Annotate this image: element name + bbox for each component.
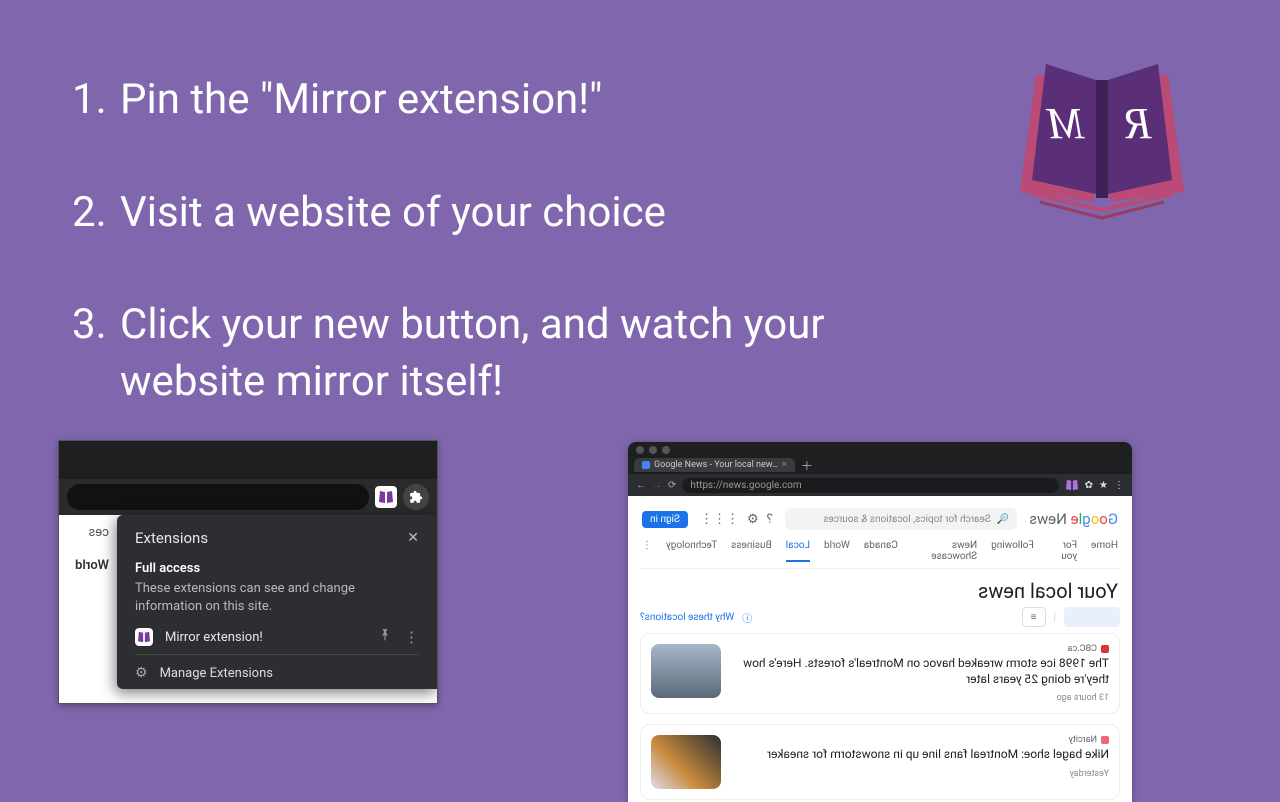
- gear-icon: ⚙: [135, 665, 148, 681]
- instruction-text: Visit a website of your choice: [120, 185, 972, 242]
- browser-toolbar: [59, 479, 437, 515]
- news-card[interactable]: CBC.ca The 1998 ice storm wreaked havoc …: [640, 633, 1120, 714]
- instructions-list: 1. Pin the "Mirror extension!" 2. Visit …: [72, 72, 972, 467]
- section-subrow: | ≡ ⓘ Why these locations?: [640, 607, 1120, 627]
- bookmark-star-icon[interactable]: ★: [1099, 480, 1108, 491]
- news-time: 13 hours ago: [731, 693, 1109, 703]
- location-chip[interactable]: [1064, 607, 1120, 627]
- extension-name: Mirror extension!: [165, 630, 263, 645]
- news-source: CBC.ca: [1068, 644, 1097, 654]
- mirrored-page-text: ces World: [59, 515, 119, 583]
- help-icon[interactable]: ?: [767, 512, 773, 527]
- search-icon: 🔍: [997, 514, 1009, 525]
- omnibox[interactable]: [67, 484, 369, 510]
- instruction-2: 2. Visit a website of your choice: [72, 185, 972, 242]
- pin-icon[interactable]: [378, 628, 392, 646]
- news-thumbnail: [651, 735, 721, 789]
- news-header: Google News 🔍 Search for topics, locatio…: [640, 504, 1120, 534]
- tab-home[interactable]: Home: [1091, 540, 1118, 562]
- logo-left-letter: M: [1045, 99, 1085, 148]
- tab-local[interactable]: Local: [786, 540, 810, 562]
- traffic-light-max[interactable]: [662, 446, 670, 454]
- mirror-extension-toolbar-icon[interactable]: [375, 486, 397, 508]
- extensions-puzzle-icon[interactable]: [403, 484, 429, 510]
- filter-icon[interactable]: ≡: [1022, 607, 1046, 627]
- new-tab-icon[interactable]: ＋: [801, 457, 813, 474]
- news-source: Narcity: [1069, 735, 1097, 745]
- sign-in-button[interactable]: Sign in: [642, 511, 688, 528]
- traffic-light-min[interactable]: [649, 446, 657, 454]
- mirrored-news-screenshot: Google News - Your local new… × ＋ ← → ⟳ …: [628, 442, 1132, 802]
- settings-icon[interactable]: ⚙: [747, 512, 759, 527]
- extensions-puzzle-icon[interactable]: ✿: [1085, 480, 1093, 491]
- mirror-extension-toolbar-icon[interactable]: [1065, 479, 1079, 491]
- instruction-number: 2.: [72, 185, 120, 242]
- traffic-light-close[interactable]: [636, 446, 644, 454]
- nav-reload-icon[interactable]: ⟳: [668, 480, 676, 491]
- why-locations-link[interactable]: Why these locations?: [640, 612, 734, 623]
- logo-right-letter: R: [1124, 99, 1152, 148]
- news-tabs: Home For you Following News Showcase Can…: [640, 534, 1120, 569]
- popup-access-description: These extensions can see and change info…: [135, 580, 419, 616]
- tab-title: Google News - Your local new…: [654, 460, 778, 470]
- header-icons: ? ⚙ ⋮⋮⋮: [700, 512, 773, 527]
- browser-tabstrip: [59, 441, 437, 479]
- popup-access-heading: Full access: [135, 561, 419, 576]
- browser-tabbar: Google News - Your local new… × ＋: [628, 456, 1132, 474]
- close-icon[interactable]: ✕: [407, 530, 419, 546]
- source-dot-icon: [1101, 645, 1109, 653]
- apps-icon[interactable]: ⋮⋮⋮: [700, 512, 739, 527]
- extensions-popup: Extensions ✕ Full access These extension…: [117, 515, 437, 689]
- mirror-extension-small-icon: [135, 628, 153, 646]
- tab-overflow-icon[interactable]: ⋮: [642, 540, 652, 562]
- more-icon[interactable]: ⋮: [404, 628, 419, 646]
- news-title: The 1998 ice storm wreaked havoc on Mont…: [731, 656, 1109, 687]
- popup-title: Extensions: [135, 529, 208, 547]
- instruction-text: Click your new button, and watch your we…: [120, 297, 972, 410]
- instruction-1: 1. Pin the "Mirror extension!": [72, 72, 972, 129]
- nav-back-icon[interactable]: ←: [636, 480, 646, 491]
- news-thumbnail: [651, 644, 721, 698]
- tab-favicon: [642, 461, 650, 469]
- instruction-text: Pin the "Mirror extension!": [120, 72, 972, 129]
- news-title: Nike bagel shoe: Montreal fans line up i…: [731, 747, 1109, 763]
- instruction-number: 3.: [72, 297, 120, 410]
- news-search[interactable]: 🔍 Search for topics, locations & sources: [785, 508, 1017, 530]
- source-dot-icon: [1101, 736, 1109, 744]
- browser-urlbar: ← → ⟳ https://news.google.com ✿ ★ ⋮: [628, 474, 1132, 496]
- browser-tab[interactable]: Google News - Your local new… ×: [634, 458, 795, 472]
- tab-business[interactable]: Business: [731, 540, 771, 562]
- extension-row[interactable]: Mirror extension! ⋮: [135, 628, 419, 646]
- news-card[interactable]: Narcity Nike bagel shoe: Montreal fans l…: [640, 724, 1120, 800]
- google-news-logo[interactable]: Google News: [1029, 510, 1118, 528]
- extensions-popup-screenshot: ces World Extensions ✕ Full access These…: [58, 440, 438, 704]
- manage-extensions-row[interactable]: ⚙ Manage Extensions: [135, 654, 419, 681]
- tab-showcase[interactable]: News Showcase: [912, 540, 977, 562]
- overflow-icon[interactable]: ⋮: [1114, 480, 1124, 491]
- tab-following[interactable]: Following: [991, 540, 1034, 562]
- window-traffic-lights: [628, 442, 1132, 456]
- tab-close-icon[interactable]: ×: [782, 460, 787, 470]
- tab-for-you[interactable]: For you: [1048, 540, 1077, 562]
- info-icon[interactable]: ⓘ: [742, 610, 752, 625]
- section-heading: Your local news: [642, 579, 1118, 603]
- mirror-extension-logo: M R: [1012, 52, 1192, 222]
- url-field[interactable]: https://news.google.com: [682, 478, 1058, 493]
- tab-world[interactable]: World: [824, 540, 850, 562]
- search-placeholder: Search for topics, locations & sources: [823, 514, 990, 525]
- news-time: Yesterday: [731, 769, 1109, 779]
- tab-technology[interactable]: Technology: [666, 540, 717, 562]
- mirrored-page-content: Google News 🔍 Search for topics, locatio…: [628, 496, 1132, 802]
- tab-canada[interactable]: Canada: [864, 540, 898, 562]
- instruction-3: 3. Click your new button, and watch your…: [72, 297, 972, 410]
- nav-forward-icon[interactable]: →: [652, 480, 662, 491]
- instruction-number: 1.: [72, 72, 120, 129]
- manage-extensions-label: Manage Extensions: [160, 666, 273, 681]
